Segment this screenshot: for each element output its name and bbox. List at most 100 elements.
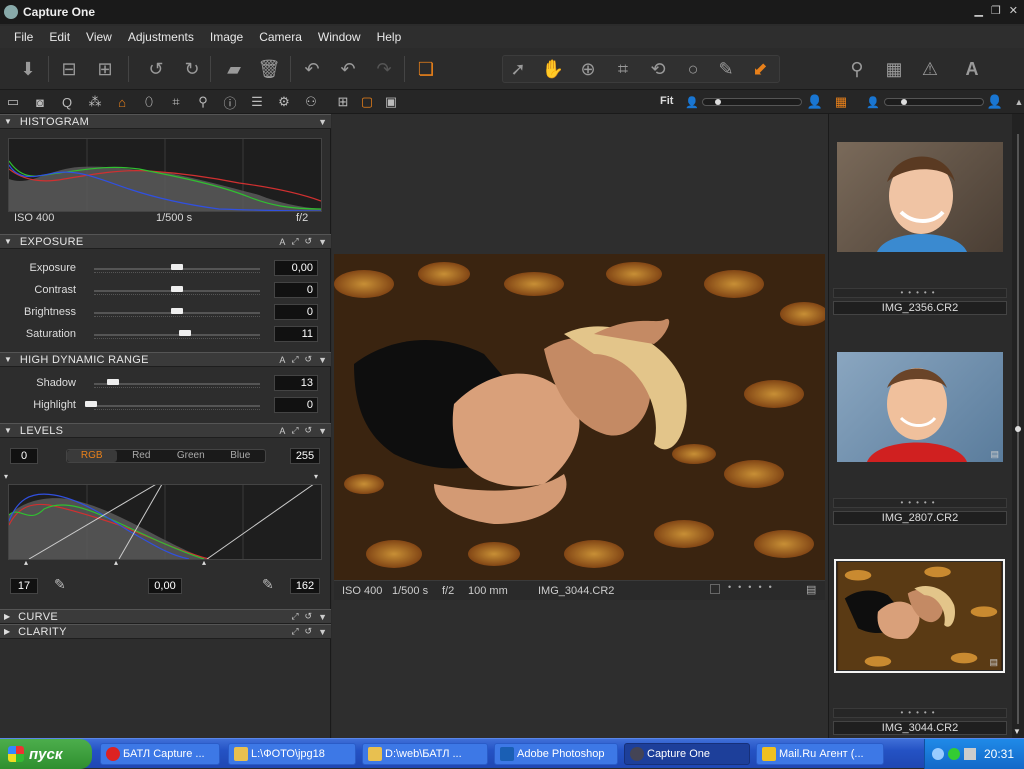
spot-tool-icon[interactable]: ○ [681,57,705,81]
start-button[interactable]: пуск [0,739,92,769]
menu-camera[interactable]: Camera [259,30,302,44]
menu-image[interactable]: Image [210,30,243,44]
slider-knob[interactable] [171,308,183,314]
multi-view-icon[interactable]: ⊞ [334,93,352,111]
grid-icon[interactable]: ▦ [882,57,906,81]
thumbnail-size-slider[interactable] [884,98,984,106]
slider-value-field[interactable]: 0 [274,282,318,298]
task-mail-agent[interactable]: Mail.Ru Агент (... [756,743,884,765]
scrollbar-thumb[interactable] [1015,426,1021,432]
levels-mid-marker-icon[interactable]: ▴ [114,558,118,567]
slider-value-field[interactable]: 11 [274,326,318,342]
histogram-header[interactable]: ▼ HISTOGRAM ▼ [0,114,331,129]
menu-help[interactable]: Help [377,30,402,44]
levels-output-low[interactable]: 17 [10,578,38,594]
menu-adjustments[interactable]: Adjustments [128,30,194,44]
channel-red[interactable]: Red [117,450,167,462]
thumbnail-image[interactable]: ▤ [837,352,1003,462]
exposure-warning-icon[interactable]: ⚠ [918,57,942,81]
rotate-left-icon[interactable]: ↺ [144,57,168,81]
panel-menu-icon[interactable]: ▼ [318,237,327,247]
info-tab-icon[interactable]: ⓘ [221,93,239,111]
thumbnail-image[interactable] [837,142,1003,252]
process-icon[interactable]: ⊞ [93,57,117,81]
thumbnail-filename[interactable]: IMG_2356.CR2 [833,301,1007,315]
fit-label[interactable]: Fit [660,95,673,107]
levels-black-point-marker-icon[interactable]: ▴ [24,558,28,567]
expand-icon[interactable]: ⤢ [291,611,298,622]
reset-icon[interactable]: ↺ [305,236,313,247]
clock[interactable]: 20:31 [984,747,1014,761]
picker-tool-icon[interactable]: ✎ [714,57,738,81]
highlight-slider-row[interactable]: Highlight 0 [0,396,331,416]
hdr-header[interactable]: ▼ HIGH DYNAMIC RANGE A ⤢ ↺ ▼ [0,352,331,367]
thumbnail-filename[interactable]: IMG_3044.CR2 [833,721,1007,735]
browser-scrollbar[interactable]: ▼ [1012,114,1024,738]
levels-midpoint[interactable]: 0,00 [148,578,182,594]
menu-file[interactable]: File [14,30,33,44]
lens-tab-icon[interactable]: ⬯ [140,93,158,111]
panel-menu-icon[interactable]: ▼ [318,426,327,436]
panel-menu-icon[interactable]: ▼ [318,612,327,622]
thumbnail-image[interactable]: ▤ [837,562,1002,670]
tray-network-icon[interactable] [947,748,960,760]
task-photoshop[interactable]: Adobe Photoshop [494,743,618,765]
hand-tool-icon[interactable]: ✋ [541,57,565,81]
minimize-icon[interactable]: ▁ [974,4,982,17]
levels-header[interactable]: ▼ LEVELS A ⤢ ↺ ▼ [0,423,331,438]
menu-view[interactable]: View [86,30,112,44]
undo-icon[interactable]: ↶ [336,57,360,81]
white-picker-icon[interactable]: ✎ [262,576,274,593]
crop-tab-icon[interactable]: ⌗ [167,93,185,111]
redo-icon[interactable]: ↷ [372,57,396,81]
tray-display-icon[interactable] [963,748,976,760]
slider-value-field[interactable]: 13 [274,375,318,391]
panel-menu-icon[interactable]: ▼ [318,117,327,127]
reset-icon[interactable]: ↺ [305,611,313,622]
levels-white-point-marker-icon[interactable]: ▴ [202,558,206,567]
main-photo[interactable] [334,254,825,580]
undo-all-icon[interactable]: ↶ [300,57,324,81]
contrast-slider-row[interactable]: Contrast 0 [0,281,331,301]
levels-output-high[interactable]: 162 [290,578,320,594]
channel-blue[interactable]: Blue [216,450,266,462]
reset-icon[interactable]: ↺ [305,354,313,365]
color-tab-icon[interactable]: ⁂ [86,93,104,111]
slider-knob[interactable] [171,264,183,270]
levels-out-low-marker-icon[interactable]: ▾ [4,472,8,481]
auto-icon[interactable]: A [279,237,285,247]
slider-value-field[interactable]: 0,00 [274,260,318,276]
menu-window[interactable]: Window [318,30,361,44]
panel-menu-icon[interactable]: ▼ [318,627,327,637]
slider-track[interactable] [94,334,260,336]
task-folder-foto[interactable]: L:\ФОТО\jpg18 [228,743,356,765]
variants-icon[interactable]: ❏ [414,57,438,81]
slider-knob[interactable] [85,401,97,407]
task-capture-one[interactable]: Capture One [624,743,750,765]
expand-icon[interactable]: ⤢ [291,626,298,637]
viewer-select-checkbox[interactable] [710,584,720,594]
import-icon[interactable]: ⬇ [16,57,40,81]
slider-knob[interactable] [179,330,191,336]
levels-out-high-marker-icon[interactable]: ▾ [314,472,318,481]
channel-rgb[interactable]: RGB [67,450,117,462]
exposure-header[interactable]: ▼ EXPOSURE A ⤢ ↺ ▼ [0,234,331,249]
clarity-header[interactable]: ▶ CLARITY ⤢ ↺ ▼ [0,624,331,639]
quick-tab-icon[interactable]: Q [58,93,76,111]
slider-knob[interactable] [171,286,183,292]
single-view-icon[interactable]: ▢ [358,93,376,111]
loupe-icon[interactable]: ⚲ [845,57,869,81]
levels-graph[interactable] [8,484,322,560]
panel-menu-icon[interactable]: ▼ [318,355,327,365]
capture-tab-icon[interactable]: ◙ [31,93,49,111]
shadow-slider-row[interactable]: Shadow 13 [0,374,331,394]
slider-knob[interactable] [107,379,119,385]
capture-icon[interactable]: ⊟ [57,57,81,81]
pointer-tool-icon[interactable]: ➚ [506,57,530,81]
viewer-rating-dots[interactable]: ••••• [728,582,779,592]
thumbnail-rating-bar[interactable]: ••••• [833,288,1007,298]
slider-track[interactable] [94,405,260,407]
zoom-tool-icon[interactable]: ⊕ [576,57,600,81]
move-to-folder-icon[interactable]: ▰ [222,57,246,81]
reset-icon[interactable]: ↺ [305,425,313,436]
